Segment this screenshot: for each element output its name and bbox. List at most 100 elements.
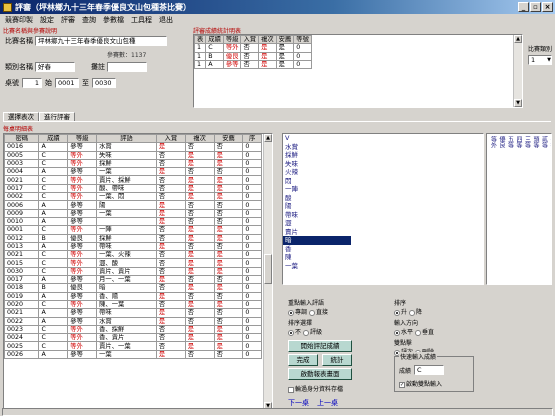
- table-field[interactable]: 1: [22, 78, 42, 88]
- sort-opt2-radio[interactable]: [302, 329, 309, 336]
- menu-params[interactable]: 參數檔: [103, 15, 124, 25]
- score-input[interactable]: C: [414, 365, 445, 375]
- scroll-up-icon[interactable]: ▲: [264, 134, 272, 142]
- comment-item[interactable]: 一陣: [283, 185, 483, 194]
- stats-row[interactable]: 1 A 參等否是是 0: [193, 59, 312, 70]
- menu-tools[interactable]: 工具程: [131, 15, 152, 25]
- category-field[interactable]: 好春: [35, 62, 75, 72]
- table-row[interactable]: 0020 C 等外 陳、一葉否是是 0: [4, 299, 262, 310]
- table-row[interactable]: 0004 A 參等 一葉是否否 0: [4, 167, 262, 177]
- menu-settings[interactable]: 設定: [40, 15, 54, 25]
- order-desc-radio[interactable]: [408, 309, 415, 316]
- comment-item[interactable]: 暗: [283, 236, 351, 245]
- grade-item[interactable]: 優良: [498, 136, 505, 148]
- table-row[interactable]: 0026 A 參等 一葉是否否 0: [4, 349, 262, 360]
- done-button[interactable]: 完成: [288, 354, 318, 366]
- table-row[interactable]: 0017 A 參等 月一、一葉是否否 0: [4, 275, 262, 285]
- sort-opt1-radio[interactable]: [288, 329, 294, 336]
- stats-row[interactable]: 1 B 優良否是是 0: [193, 51, 312, 61]
- detail-scrollbar[interactable]: ▲ ▼: [263, 134, 272, 410]
- menu-print[interactable]: 競賽印製: [5, 15, 33, 25]
- table-row[interactable]: 0030 C 等外 賣片、賣片否是是 0: [4, 266, 262, 277]
- comment-item[interactable]: 水賞: [283, 143, 483, 152]
- table-row[interactable]: 0018 B 優良暗否是是 0: [4, 283, 262, 293]
- next-table-link[interactable]: 下一桌: [288, 398, 309, 408]
- comment-item[interactable]: 失味: [283, 160, 483, 169]
- table-row[interactable]: 0001 C 等外 一陣否是是 0: [4, 225, 262, 235]
- scroll-up-icon[interactable]: ▲: [514, 35, 522, 43]
- table-row[interactable]: 0012 B 優良 採鮮否是是 0: [4, 233, 262, 243]
- detail-cell: A: [38, 308, 69, 318]
- table-row[interactable]: 0019 A 參等 香、陽是否否 0: [4, 291, 262, 301]
- scroll-down-icon[interactable]: ▼: [514, 99, 522, 107]
- comment-item[interactable]: 陽: [283, 202, 483, 211]
- table-row[interactable]: 0021 A 參等 帶味是否否 0: [4, 308, 262, 318]
- chevron-down-icon[interactable]: ▼: [547, 56, 551, 64]
- menu-query[interactable]: 查詢: [82, 15, 96, 25]
- contest-name-field[interactable]: 坪林鄉九十三年春季優良文山包種: [35, 36, 167, 46]
- to-field[interactable]: 0030: [92, 78, 116, 88]
- table-row[interactable]: 0024 C 等外 香、賣片否是是 0: [4, 333, 262, 343]
- table-row[interactable]: 0017 C 等外 酸、帶味否是是 0: [4, 183, 262, 194]
- grade-item[interactable]: 四等: [515, 136, 522, 148]
- print-report-button[interactable]: 啟動報表畫面: [288, 368, 352, 380]
- comment-item[interactable]: 採鮮: [283, 151, 483, 160]
- table-row[interactable]: 0006 A 參等陽是否否 0: [4, 200, 262, 210]
- stats-row[interactable]: 1 C 等外否是是 0: [193, 43, 312, 53]
- auto-input-checkbox[interactable]: ✓: [399, 381, 405, 388]
- grade-item[interactable]: 頭等: [532, 136, 539, 148]
- grade-item[interactable]: 等外: [489, 136, 497, 148]
- table-row[interactable]: 0025 C 等外 賣片、一葉否是是 0: [4, 341, 262, 351]
- table-row[interactable]: 0002 C 等外 一葉、悶否是是 0: [4, 192, 262, 202]
- comment-item[interactable]: 悶: [283, 177, 483, 186]
- auto-input-row[interactable]: ✓ 啟動雙點輸入: [399, 379, 442, 388]
- comment-item[interactable]: 帶味: [283, 211, 483, 220]
- table-row[interactable]: 0009 A 參等 一葉是否否 0: [4, 208, 262, 218]
- grade-item[interactable]: 三等: [523, 136, 531, 148]
- table-row[interactable]: 0013 A 參等 帶味是否否 0: [4, 241, 262, 252]
- stats-scrollbar[interactable]: ▲ ▼: [513, 35, 522, 107]
- input-opt1-radio[interactable]: [288, 309, 294, 316]
- comment-item[interactable]: 香: [283, 245, 483, 254]
- minimize-button[interactable]: _: [518, 2, 529, 12]
- autosave-checkbox-row[interactable]: 輪過身分資料存檔: [288, 384, 343, 393]
- prev-table-link[interactable]: 上一桌: [317, 398, 338, 408]
- input-opt2-radio[interactable]: [308, 309, 315, 316]
- dir-vertical-radio[interactable]: [414, 329, 421, 336]
- table-row[interactable]: 0023 C 等外 香、採鮮否是是 0: [4, 324, 262, 335]
- start-score-button[interactable]: 開始評記成績: [288, 340, 352, 352]
- comment-item[interactable]: 火辣: [283, 168, 483, 177]
- table-row[interactable]: 0021 C 等外 一葉、火辣否是是 0: [4, 250, 262, 260]
- close-button[interactable]: ×: [542, 2, 553, 12]
- from-field[interactable]: 0001: [55, 78, 79, 88]
- grade-item[interactable]: 五等: [506, 136, 514, 148]
- table-row[interactable]: 0022 A 參等 水賞是否否 0: [4, 316, 262, 326]
- comment-item[interactable]: 賣片: [283, 228, 483, 237]
- stats-button[interactable]: 統計: [322, 354, 352, 366]
- table-row[interactable]: 0021 C 等外 賣片、採鮮否是是 0: [4, 175, 262, 185]
- menu-judge[interactable]: 評審: [61, 15, 75, 25]
- maximize-button[interactable]: ▫: [530, 2, 541, 12]
- grade-item[interactable]: 參等: [549, 136, 551, 148]
- comment-item[interactable]: 酸: [283, 194, 483, 203]
- detail-table: 密碼 成績 等級 評語 入賞 複次 安薦序 0016 A 參等 水賞是否否 0 0005 C 等外 失味否是…: [4, 134, 262, 360]
- autosave-checkbox[interactable]: [288, 386, 294, 393]
- dir-horizontal-radio[interactable]: [394, 329, 400, 336]
- comment-item[interactable]: 澀: [283, 219, 483, 228]
- table-row[interactable]: 0015 C 等外 澀、酸否是是 0: [4, 258, 262, 268]
- table-row[interactable]: 0016 A 參等 水賞是否否 0: [4, 142, 262, 152]
- rank-field[interactable]: [107, 62, 147, 72]
- comment-item[interactable]: V: [283, 134, 483, 143]
- comment-list[interactable]: V 水賞 採鮮 失味 火辣悶一陣酸陽帶味澀賣片暗香陳一葉: [282, 133, 484, 285]
- grade-item[interactable]: 貳等: [540, 136, 548, 148]
- comment-item[interactable]: 陳: [283, 253, 483, 262]
- table-row[interactable]: 0010 A 參等是否否 0: [4, 216, 262, 227]
- order-asc-radio[interactable]: [394, 309, 400, 316]
- category-select[interactable]: 1 ▼: [528, 55, 552, 65]
- comment-item[interactable]: 一葉: [283, 262, 483, 271]
- table-row[interactable]: 0003 C 等外 採鮮否是是 0: [4, 158, 262, 169]
- scroll-thumb[interactable]: [264, 254, 272, 284]
- menu-exit[interactable]: 退出: [159, 15, 173, 25]
- grade-list[interactable]: 特等參等貳等頭等三等四等五等優良等外: [486, 133, 552, 285]
- table-row[interactable]: 0005 C 等外 失味否是是 0: [4, 150, 262, 160]
